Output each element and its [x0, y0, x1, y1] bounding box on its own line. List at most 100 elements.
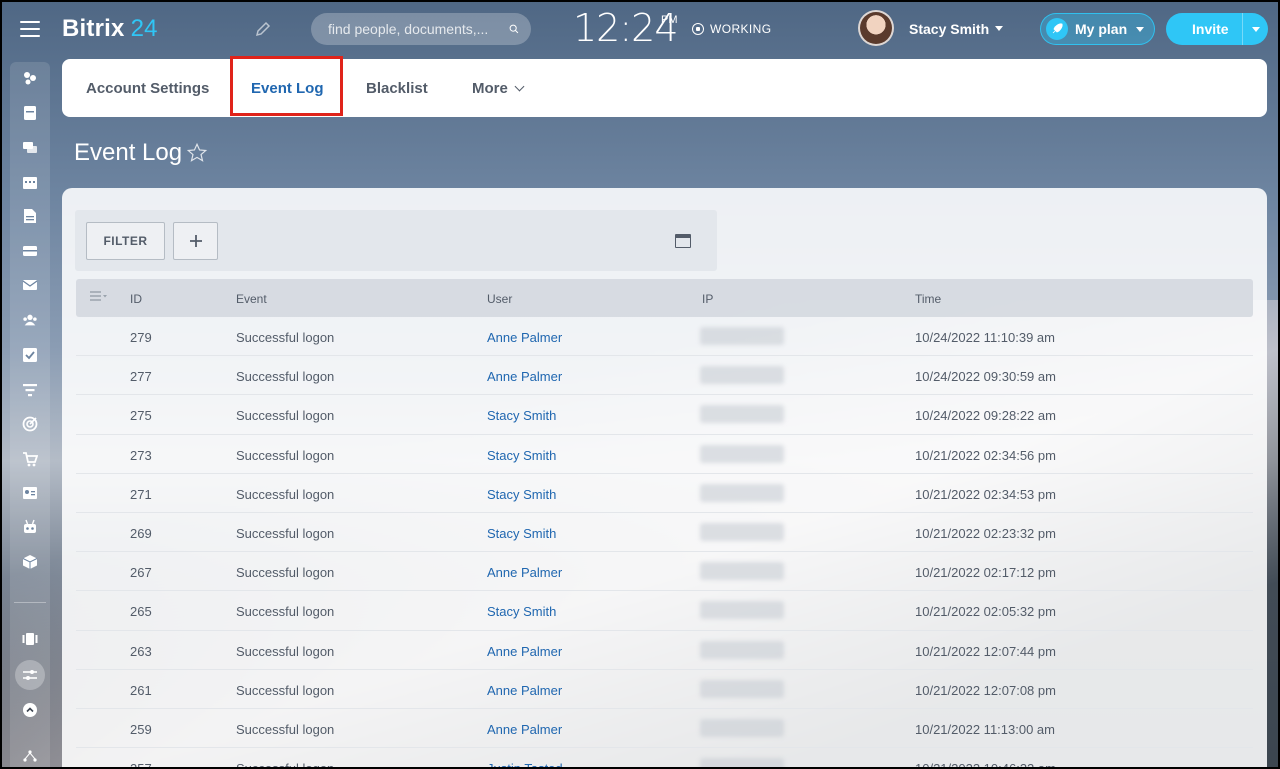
- cell-user-link[interactable]: Stacy Smith: [487, 604, 556, 619]
- column-header-id[interactable]: ID: [130, 292, 142, 306]
- table-row[interactable]: 273 Successful logon Stacy Smith 10/21/2022…: [76, 435, 1253, 474]
- column-header-ip[interactable]: IP: [702, 292, 713, 306]
- settings-sliders-icon[interactable]: [15, 660, 45, 690]
- sitemap-icon[interactable]: [22, 748, 38, 764]
- mail-icon[interactable]: [22, 277, 38, 293]
- cell-id: 267: [130, 565, 152, 581]
- table-row[interactable]: 265 Successful logon Stacy Smith 10/21/2022…: [76, 591, 1253, 631]
- cell-ip-redacted: [700, 405, 784, 424]
- robot-icon[interactable]: [22, 519, 38, 535]
- cell-user-link[interactable]: Anne Palmer: [487, 683, 562, 698]
- work-status[interactable]: WORKING: [692, 22, 771, 36]
- column-header-time[interactable]: Time: [915, 292, 941, 306]
- settings-tabs: Account Settings Event Log Blacklist Mor…: [62, 56, 1267, 117]
- cell-time: 10/21/2022 10:46:32 am: [915, 761, 1056, 769]
- cell-event: Successful logon: [236, 486, 335, 502]
- column-header-user[interactable]: User: [487, 292, 512, 306]
- invite-button[interactable]: Invite: [1166, 13, 1268, 45]
- caret-down-icon[interactable]: [995, 26, 1003, 31]
- user-name[interactable]: Stacy Smith: [909, 21, 989, 37]
- search-box: [311, 13, 531, 45]
- pencil-icon[interactable]: [254, 20, 272, 38]
- cell-event: Successful logon: [236, 721, 335, 737]
- table-row[interactable]: 261 Successful logon Anne Palmer 10/21/2022…: [76, 670, 1253, 709]
- left-sidebar: [10, 62, 50, 767]
- cell-user-link[interactable]: Anne Palmer: [487, 565, 562, 580]
- cell-user-link[interactable]: Anne Palmer: [487, 722, 562, 737]
- column-settings-icon[interactable]: [89, 289, 109, 303]
- table-row[interactable]: 271 Successful logon Stacy Smith 10/21/2022…: [76, 474, 1253, 513]
- feed-icon[interactable]: [22, 70, 38, 86]
- cell-user-link[interactable]: Anne Palmer: [487, 330, 562, 345]
- drive-icon[interactable]: [22, 243, 38, 259]
- cell-user-link[interactable]: Anne Palmer: [487, 644, 562, 659]
- cell-user-link[interactable]: Anne Palmer: [487, 369, 562, 384]
- table-row[interactable]: 275 Successful logon Stacy Smith 10/24/2022…: [76, 395, 1253, 435]
- table-row[interactable]: 267 Successful logon Anne Palmer 10/21/2022…: [76, 552, 1253, 592]
- cell-user-link[interactable]: Stacy Smith: [487, 448, 556, 463]
- cell-ip-redacted: [700, 562, 784, 581]
- contact-card-icon[interactable]: [22, 485, 38, 501]
- caret-down-icon[interactable]: [1252, 26, 1260, 32]
- cart-icon[interactable]: [22, 451, 38, 467]
- logo-number: 24: [130, 15, 158, 42]
- cell-ip-redacted: [700, 718, 784, 737]
- calendar-icon[interactable]: [22, 174, 38, 190]
- menu-icon[interactable]: [20, 21, 40, 37]
- caret-down-icon: [1136, 26, 1145, 32]
- table-row[interactable]: 279 Successful logon Anne Palmer 10/24/2022…: [76, 317, 1253, 357]
- search-input[interactable]: [311, 21, 509, 37]
- highlight-box: [230, 56, 343, 116]
- tab-blacklist[interactable]: Blacklist: [366, 80, 428, 97]
- app-logo[interactable]: Bitrix 24: [62, 15, 158, 43]
- cell-id: 263: [130, 643, 152, 659]
- tab-more[interactable]: More: [472, 80, 525, 97]
- checklist-icon[interactable]: [22, 347, 38, 363]
- window-icon[interactable]: [675, 234, 691, 248]
- box-icon[interactable]: [22, 554, 38, 570]
- funnel-icon[interactable]: [22, 382, 38, 398]
- target-icon[interactable]: [22, 416, 38, 432]
- cell-user-link[interactable]: Stacy Smith: [487, 408, 556, 423]
- my-plan-label: My plan: [1075, 21, 1128, 37]
- document-icon[interactable]: [22, 208, 38, 224]
- add-button[interactable]: [173, 222, 218, 260]
- cell-ip-redacted: [700, 366, 784, 385]
- cell-user-link[interactable]: Justin Tasted: [487, 761, 563, 769]
- table-row[interactable]: 259 Successful logon Anne Palmer 10/21/2022…: [76, 709, 1253, 749]
- cell-ip-redacted: [700, 327, 784, 345]
- search-icon[interactable]: [509, 20, 519, 38]
- cell-time: 10/21/2022 02:34:56 pm: [915, 447, 1056, 463]
- cell-id: 273: [130, 447, 152, 463]
- cell-user-link[interactable]: Stacy Smith: [487, 487, 556, 502]
- chat-icon[interactable]: [22, 140, 38, 156]
- tasks-icon[interactable]: [22, 105, 38, 121]
- cell-time: 10/21/2022 12:07:44 pm: [915, 643, 1056, 659]
- cell-id: 269: [130, 525, 152, 541]
- star-icon[interactable]: [186, 142, 208, 164]
- sidebar-divider: [14, 602, 46, 603]
- avatar[interactable]: [858, 10, 894, 46]
- cell-event: Successful logon: [236, 369, 335, 385]
- column-header-event[interactable]: Event: [236, 292, 267, 306]
- my-plan-button[interactable]: My plan: [1040, 13, 1155, 45]
- filter-button[interactable]: FILTER: [86, 222, 165, 260]
- apps-icon[interactable]: [22, 631, 38, 647]
- cell-user-link[interactable]: Stacy Smith: [487, 526, 556, 541]
- cell-event: Successful logon: [236, 408, 335, 424]
- cell-id: 275: [130, 408, 152, 424]
- table-row[interactable]: 269 Successful logon Stacy Smith 10/21/2022…: [76, 513, 1253, 553]
- divider: [1242, 13, 1243, 45]
- table-row[interactable]: 277 Successful logon Anne Palmer 10/24/2022…: [76, 356, 1253, 396]
- collapse-up-icon[interactable]: [22, 702, 38, 718]
- tab-account-settings[interactable]: Account Settings: [86, 80, 209, 97]
- cell-ip-redacted: [700, 483, 784, 502]
- table-row[interactable]: 257 Successful logon Justin Tasted 10/21/20…: [76, 748, 1253, 769]
- cell-time: 10/21/2022 02:34:53 pm: [915, 486, 1056, 502]
- filter-bar: FILTER: [75, 210, 717, 271]
- table-row[interactable]: 263 Successful logon Anne Palmer 10/21/2022…: [76, 631, 1253, 670]
- cell-time: 10/21/2022 02:23:32 pm: [915, 525, 1056, 541]
- cell-ip-redacted: [700, 679, 784, 698]
- clock-time[interactable]: 12:24: [573, 6, 679, 50]
- employees-icon[interactable]: [22, 312, 38, 328]
